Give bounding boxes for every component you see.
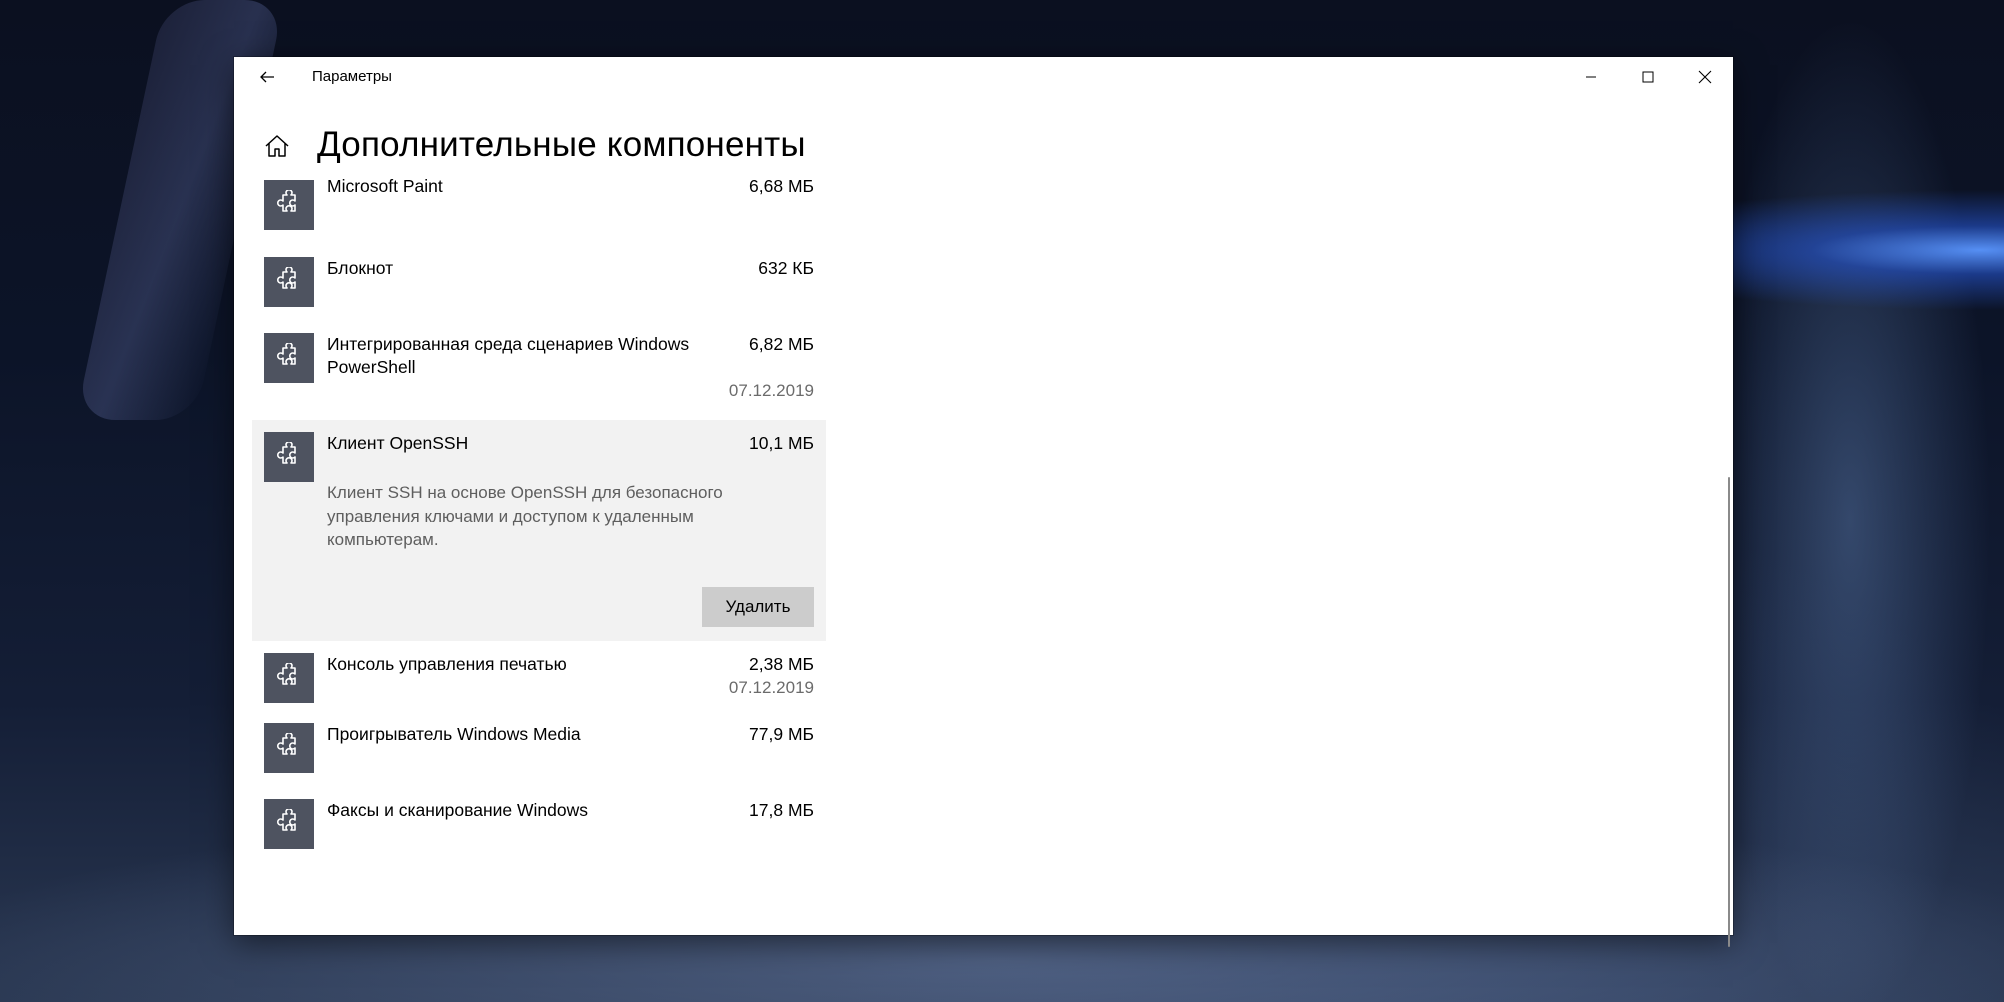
maximize-button[interactable] — [1619, 57, 1676, 97]
feature-name: Клиент OpenSSH — [327, 433, 469, 453]
feature-tile — [264, 653, 314, 703]
list-item-windows-fax-scan[interactable]: Факсы и сканирование Windows 17,8 МБ — [252, 793, 826, 869]
list-item-notepad[interactable]: Блокнот 632 КБ — [252, 251, 826, 327]
feature-tile — [264, 799, 314, 849]
remove-button[interactable]: Удалить — [702, 587, 814, 627]
feature-name: Консоль управления печатью — [327, 654, 567, 674]
feature-name: Блокнот — [327, 258, 394, 278]
puzzle-piece-icon — [277, 190, 296, 212]
list-item-windows-media-player[interactable]: Проигрыватель Windows Media 77,9 МБ — [252, 717, 826, 793]
feature-description: Клиент SSH на основе OpenSSH для безопас… — [327, 483, 723, 549]
features-list: Microsoft Paint 6,68 МБ Блокнот 632 КБ И… — [252, 175, 826, 915]
scrollbar-thumb[interactable] — [1728, 477, 1730, 947]
window-controls — [1562, 57, 1733, 97]
feature-date: 07.12.2019 — [728, 381, 814, 400]
minimize-button[interactable] — [1562, 57, 1619, 97]
home-icon — [265, 135, 289, 157]
puzzle-piece-icon — [277, 663, 296, 685]
title-bar: Параметры — [234, 57, 1733, 97]
list-item-powershell-ise[interactable]: Интегрированная среда сценариев Windows … — [252, 327, 826, 420]
feature-size: 632 КБ — [758, 258, 814, 278]
feature-tile — [264, 257, 314, 307]
feature-tile — [264, 723, 314, 773]
feature-size: 6,82 МБ — [749, 334, 814, 354]
app-title: Параметры — [312, 68, 392, 85]
list-item-print-management[interactable]: Консоль управления печатью 2,38 МБ 07.12… — [252, 641, 826, 717]
list-item-microsoft-paint[interactable]: Microsoft Paint 6,68 МБ — [252, 175, 826, 251]
feature-name: Факсы и сканирование Windows — [327, 800, 589, 820]
feature-tile — [264, 432, 314, 482]
feature-size: 77,9 МБ — [749, 724, 814, 744]
feature-name: Проигрыватель Windows Media — [327, 724, 581, 744]
feature-tile — [264, 180, 314, 230]
vertical-scrollbar[interactable] — [1721, 97, 1733, 947]
minimize-icon — [1585, 76, 1596, 78]
feature-size: 17,8 МБ — [749, 800, 814, 820]
puzzle-piece-icon — [277, 267, 296, 289]
feature-size: 2,38 МБ — [749, 654, 814, 674]
back-arrow-icon — [260, 71, 274, 83]
feature-size: 6,68 МБ — [749, 176, 814, 196]
close-icon — [1698, 70, 1711, 84]
puzzle-piece-icon — [277, 809, 296, 831]
page-title: Дополнительные компоненты — [317, 125, 806, 164]
puzzle-piece-icon — [277, 733, 296, 755]
feature-date: 07.12.2019 — [728, 678, 814, 697]
settings-window: Параметры Дополнительные компоненты Micr… — [234, 57, 1733, 947]
maximize-icon — [1642, 71, 1653, 83]
close-button[interactable] — [1676, 57, 1733, 97]
puzzle-piece-icon — [277, 343, 296, 365]
home-button[interactable] — [264, 133, 290, 159]
feature-size: 10,1 МБ — [749, 433, 814, 453]
feature-tile — [264, 333, 314, 383]
puzzle-piece-icon — [277, 442, 296, 464]
back-button[interactable] — [244, 57, 290, 97]
feature-name: Microsoft Paint — [327, 176, 443, 196]
list-item-openssh-client[interactable]: Клиент OpenSSH 10,1 МБ Клиент SSH на осн… — [252, 420, 826, 641]
feature-name: Интегрированная среда сценариев Windows … — [327, 334, 690, 377]
